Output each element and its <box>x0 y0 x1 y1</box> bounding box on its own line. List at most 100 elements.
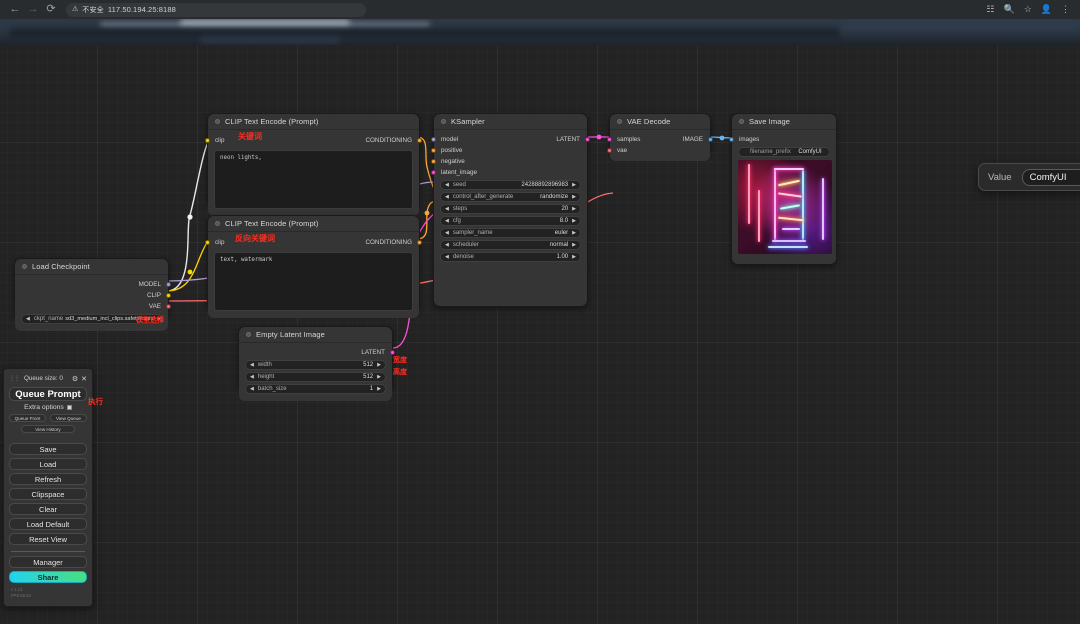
decrement-arrow-icon[interactable]: ◀ <box>445 231 449 236</box>
slot-negative-input[interactable]: negative <box>434 156 587 167</box>
increment-arrow-icon[interactable]: ▶ <box>572 255 576 260</box>
collapse-dot-icon[interactable] <box>246 332 251 337</box>
menu-kebab-icon[interactable]: ⋮ <box>1061 5 1070 14</box>
decrement-arrow-icon[interactable]: ◀ <box>445 183 449 188</box>
conditioning-output-dot[interactable] <box>417 138 422 143</box>
widget-filename-prefix[interactable]: filename_prefix ComfyUI <box>738 147 830 157</box>
slot-latent-output[interactable]: LATENT <box>239 347 392 358</box>
increment-arrow-icon[interactable]: ▶ <box>572 183 576 188</box>
collapse-dot-icon[interactable] <box>215 119 220 124</box>
increment-arrow-icon[interactable]: ▶ <box>572 195 576 200</box>
slot-vae-input[interactable]: vae <box>610 145 710 156</box>
node-vae-decode[interactable]: VAE Decode samples IMAGE vae <box>609 113 711 153</box>
extra-options-row[interactable]: Extra options <box>9 404 87 411</box>
node-load-checkpoint[interactable]: Load Checkpoint MODEL CLIP VAE ◀ ckpt_na <box>14 258 169 317</box>
latent-output-dot[interactable] <box>585 137 590 142</box>
slot-model-output[interactable]: MODEL <box>15 279 168 290</box>
node-title-bar[interactable]: Load Checkpoint <box>15 259 168 275</box>
view-history-button[interactable]: View History <box>21 425 75 433</box>
slot-images-input[interactable]: images <box>732 134 836 145</box>
slot-model-input[interactable]: model LATENT <box>434 134 587 145</box>
node-title-bar[interactable]: Empty Latent Image <box>239 327 392 343</box>
decrement-arrow-icon[interactable]: ◀ <box>445 207 449 212</box>
address-bar[interactable]: ⚠ 不安全 117.50.194.25:8188 <box>66 3 366 17</box>
model-input-dot[interactable] <box>431 137 436 142</box>
extensions-icon[interactable]: ☷ <box>986 5 994 14</box>
slot-clip-output[interactable]: CLIP <box>15 290 168 301</box>
slot-samples-input[interactable]: samples IMAGE <box>610 134 710 145</box>
widget-height[interactable]: ◀ height 512 ▶ <box>245 372 386 382</box>
node-title-bar[interactable]: KSampler <box>434 114 587 130</box>
widget-seed[interactable]: ◀ seed 24288892896983 ▶ <box>440 180 581 190</box>
refresh-button[interactable]: Refresh <box>9 473 87 485</box>
load-default-button[interactable]: Load Default <box>9 518 87 530</box>
widget-batch-size[interactable]: ◀ batch_size 1 ▶ <box>245 384 386 394</box>
view-queue-button[interactable]: View Queue <box>50 414 87 422</box>
slot-positive-input[interactable]: positive <box>434 145 587 156</box>
increment-arrow-icon[interactable]: ▶ <box>377 387 381 392</box>
widget-sampler-name[interactable]: ◀ sampler_name euler ▶ <box>440 228 581 238</box>
widget-cfg[interactable]: ◀ cfg 8.0 ▶ <box>440 216 581 226</box>
node-title-bar[interactable]: CLIP Text Encode (Prompt) <box>208 216 419 232</box>
vae-output-dot[interactable] <box>166 304 171 309</box>
reset-view-button[interactable]: Reset View <box>9 533 87 545</box>
close-icon[interactable]: ✕ <box>81 375 87 383</box>
node-save-image[interactable]: Save Image images filename_prefix ComfyU… <box>731 113 837 265</box>
comfy-menu-panel[interactable]: ⋮⋮ Queue size: 0 ⚙ ✕ Queue Prompt 执行 Ext… <box>3 368 93 607</box>
positive-input-dot[interactable] <box>431 148 436 153</box>
collapse-dot-icon[interactable] <box>739 119 744 124</box>
decrement-arrow-icon[interactable]: ◀ <box>250 387 254 392</box>
save-button[interactable]: Save <box>9 443 87 455</box>
node-ksampler[interactable]: KSampler model LATENT positive negative <box>433 113 588 307</box>
generated-image-preview[interactable] <box>738 160 832 254</box>
decrement-arrow-icon[interactable]: ◀ <box>250 363 254 368</box>
node-title-bar[interactable]: CLIP Text Encode (Prompt) <box>208 114 419 130</box>
widget-width[interactable]: ◀ width 512 ▶ <box>245 360 386 370</box>
slot-vae-output[interactable]: VAE <box>15 301 168 312</box>
value-input-field[interactable]: ComfyUI <box>1022 169 1080 186</box>
menu-header[interactable]: ⋮⋮ Queue size: 0 ⚙ ✕ <box>9 373 87 384</box>
increment-arrow-icon[interactable]: ▶ <box>572 243 576 248</box>
node-empty-latent-image[interactable]: Empty Latent Image LATENT ◀ width 512 ▶ … <box>238 326 393 390</box>
manager-button[interactable]: Manager <box>9 556 87 568</box>
clear-button[interactable]: Clear <box>9 503 87 515</box>
increment-arrow-icon[interactable]: ▶ <box>572 207 576 212</box>
reload-icon[interactable]: ⟳ <box>42 1 60 19</box>
prompt-textarea[interactable]: neon lights, <box>214 150 413 209</box>
extra-options-checkbox[interactable] <box>67 405 72 410</box>
collapse-dot-icon[interactable] <box>617 119 622 124</box>
queue-front-button[interactable]: Queue Front <box>9 414 46 422</box>
widget-denoise[interactable]: ◀ denoise 1.00 ▶ <box>440 252 581 262</box>
bookmark-star-icon[interactable]: ☆ <box>1024 5 1032 14</box>
decrement-arrow-icon[interactable]: ◀ <box>445 195 449 200</box>
load-button[interactable]: Load <box>9 458 87 470</box>
gear-icon[interactable]: ⚙ <box>72 375 78 383</box>
slot-latent-image-input[interactable]: latent_image <box>434 167 587 178</box>
increment-arrow-icon[interactable]: ▶ <box>377 375 381 380</box>
widget-scheduler[interactable]: ◀ scheduler normal ▶ <box>440 240 581 250</box>
model-output-dot[interactable] <box>166 282 171 287</box>
collapse-dot-icon[interactable] <box>215 221 220 226</box>
negative-input-dot[interactable] <box>431 159 436 164</box>
latent-image-input-dot[interactable] <box>431 170 436 175</box>
collapse-dot-icon[interactable] <box>22 264 27 269</box>
increment-arrow-icon[interactable]: ▶ <box>572 219 576 224</box>
samples-input-dot[interactable] <box>607 137 612 142</box>
drag-handle-icon[interactable]: ⋮⋮ <box>9 375 19 382</box>
share-button[interactable]: Share <box>9 571 87 583</box>
widget-control-after-generate[interactable]: ◀ control_after_generate randomize ▶ <box>440 192 581 202</box>
increment-arrow-icon[interactable]: ▶ <box>572 231 576 236</box>
image-output-dot[interactable] <box>708 137 713 142</box>
clipspace-button[interactable]: Clipspace <box>9 488 87 500</box>
vae-input-dot[interactable] <box>607 148 612 153</box>
conditioning-output-dot[interactable] <box>417 240 422 245</box>
decrement-arrow-icon[interactable]: ◀ <box>445 243 449 248</box>
value-prompt-dialog[interactable]: Value ComfyUI <box>978 163 1080 191</box>
clip-output-dot[interactable] <box>166 293 171 298</box>
profile-icon[interactable]: 👤 <box>1041 5 1052 14</box>
node-title-bar[interactable]: VAE Decode <box>610 114 710 130</box>
forward-arrow-icon[interactable]: → <box>24 1 42 19</box>
queue-prompt-button[interactable]: Queue Prompt <box>9 387 87 401</box>
graph-canvas[interactable]: CLIP Text Encode (Prompt) clip CONDITION… <box>0 45 1080 624</box>
node-clip-text-encode-positive[interactable]: CLIP Text Encode (Prompt) clip CONDITION… <box>207 113 420 208</box>
